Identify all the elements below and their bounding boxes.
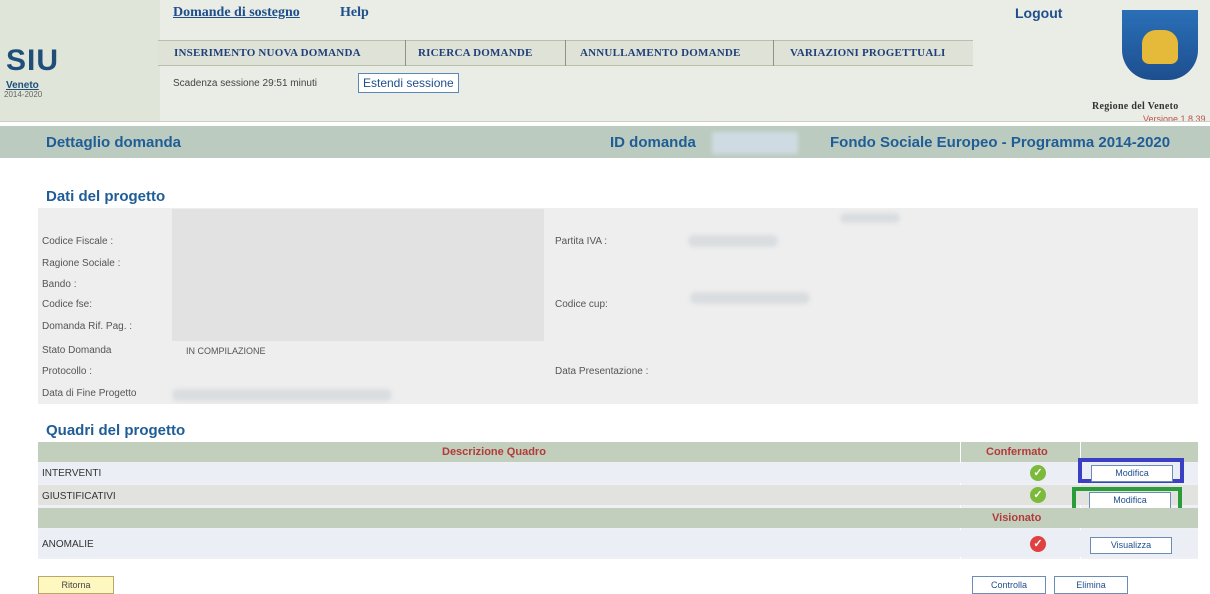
label-ragione-sociale: Ragione Sociale : (42, 258, 121, 269)
quadro-name: GIUSTIFICATIVI (42, 491, 116, 502)
modifica-interventi-button[interactable]: Modifica (1091, 465, 1173, 482)
menu-inserimento-nuova-domanda[interactable]: INSERIMENTO NUOVA DOMANDA (174, 47, 361, 59)
controlla-button[interactable]: Controlla (972, 576, 1046, 594)
lion-icon (1142, 30, 1178, 64)
col-confermato: Confermato (986, 446, 1048, 458)
label-data-fine-progetto: Data di Fine Progetto (42, 388, 137, 399)
label-partita-iva: Partita IVA : (555, 236, 608, 247)
logout-link[interactable]: Logout (1015, 5, 1062, 21)
col-descrizione-quadro: Descrizione Quadro (442, 446, 546, 458)
menu-separator (565, 40, 566, 66)
domande-sostegno-link[interactable]: Domande di sostegno (173, 5, 300, 21)
siu-logo: SIU (6, 44, 60, 77)
redacted-area (172, 209, 544, 341)
redacted-value (840, 213, 900, 223)
session-expiry-text: Scadenza sessione 29:51 minuti (173, 78, 317, 89)
stato-domanda-value: IN COMPILAZIONE (186, 346, 266, 356)
label-codice-fiscale: Codice Fiscale : (42, 236, 114, 247)
error-check-icon: ✓ (1030, 536, 1046, 552)
menu-ricerca-domande[interactable]: RICERCA DOMANDE (418, 47, 533, 59)
logo-years: 2014-2020 (4, 90, 43, 99)
visualizza-anomalie-button[interactable]: Visualizza (1090, 537, 1172, 554)
redacted-value (688, 235, 778, 247)
table-row (38, 530, 1198, 557)
label-codice-fse: Codice fse: (42, 299, 93, 310)
modifica-giustificativi-button[interactable]: Modifica (1089, 492, 1171, 509)
header-divider (0, 121, 1210, 122)
region-name: Regione del Veneto (1092, 101, 1179, 112)
menu-variazioni-progettuali[interactable]: VARIAZIONI PROGETTUALI (790, 47, 945, 59)
quadri-progetto-heading: Quadri del progetto (46, 422, 186, 439)
extend-session-button[interactable]: Estendi sessione (358, 73, 459, 93)
redacted-value (172, 389, 392, 401)
menu-separator (405, 40, 406, 66)
menu-annullamento-domande[interactable]: ANNULLAMENTO DOMANDE (580, 47, 741, 59)
menu-separator (773, 40, 774, 66)
ritorna-button[interactable]: Ritorna (38, 576, 114, 594)
elimina-button[interactable]: Elimina (1054, 576, 1128, 594)
table-row (38, 463, 1198, 483)
redacted-value (690, 292, 810, 304)
help-link[interactable]: Help (340, 5, 369, 21)
page-title: Dettaglio domanda (46, 134, 182, 151)
label-domanda-rif-pag: Domanda Rif. Pag. : (42, 321, 133, 332)
dati-progetto-heading: Dati del progetto (46, 188, 166, 205)
domanda-id-redacted (712, 132, 798, 154)
label-data-presentazione: Data Presentazione : (555, 366, 649, 377)
label-bando: Bando : (42, 279, 77, 290)
table-row (38, 485, 1198, 505)
label-protocollo: Protocollo : (42, 366, 93, 377)
col-visionato: Visionato (992, 512, 1042, 524)
confirmed-check-icon: ✓ (1030, 487, 1046, 503)
confirmed-check-icon: ✓ (1030, 465, 1046, 481)
quadro-name: ANOMALIE (42, 539, 94, 550)
fund-title: Fondo Sociale Europeo - Programma 2014-2… (830, 134, 1171, 151)
quadro-name: INTERVENTI (42, 468, 102, 479)
label-codice-cup: Codice cup: (555, 299, 608, 310)
app-version: Versione 1.8.39 (1143, 114, 1206, 124)
label-stato-domanda: Stato Domanda (42, 345, 112, 356)
domanda-id-label: ID domanda (610, 134, 696, 151)
